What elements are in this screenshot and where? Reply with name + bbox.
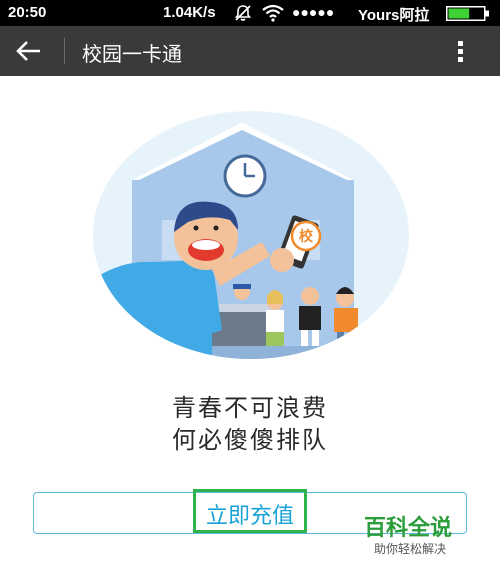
app-bar: 校园一卡通 — [0, 26, 500, 76]
wifi-icon — [262, 4, 284, 22]
mute-icon — [234, 5, 252, 21]
recharge-button-label[interactable]: 立即充值 — [193, 498, 307, 530]
campus-illustration: 校 — [93, 111, 409, 359]
card-badge: 校 — [299, 228, 314, 245]
status-time: 20:50 — [8, 4, 47, 21]
watermark-subtitle: 助你轻松解决 — [374, 542, 447, 556]
more-vert-icon[interactable] — [450, 36, 472, 66]
network-speed: 1.04K/s — [163, 4, 216, 21]
app-bar-divider — [64, 38, 65, 64]
watermark-brand: 百科全说 — [364, 516, 453, 541]
slogan-line-1: 青春不可浪费 — [172, 394, 328, 422]
signal-strength: ●●●●● — [292, 4, 335, 20]
carrier-name: Yours阿拉 — [358, 7, 430, 24]
battery-icon — [446, 6, 489, 21]
status-bar: 20:50 1.04K/s ●●●●● Yours阿拉 — [0, 0, 500, 26]
arrow-left-icon[interactable] — [14, 36, 44, 66]
page-title: 校园一卡通 — [82, 42, 182, 66]
slogan-line-2: 何必傻傻排队 — [172, 426, 328, 454]
